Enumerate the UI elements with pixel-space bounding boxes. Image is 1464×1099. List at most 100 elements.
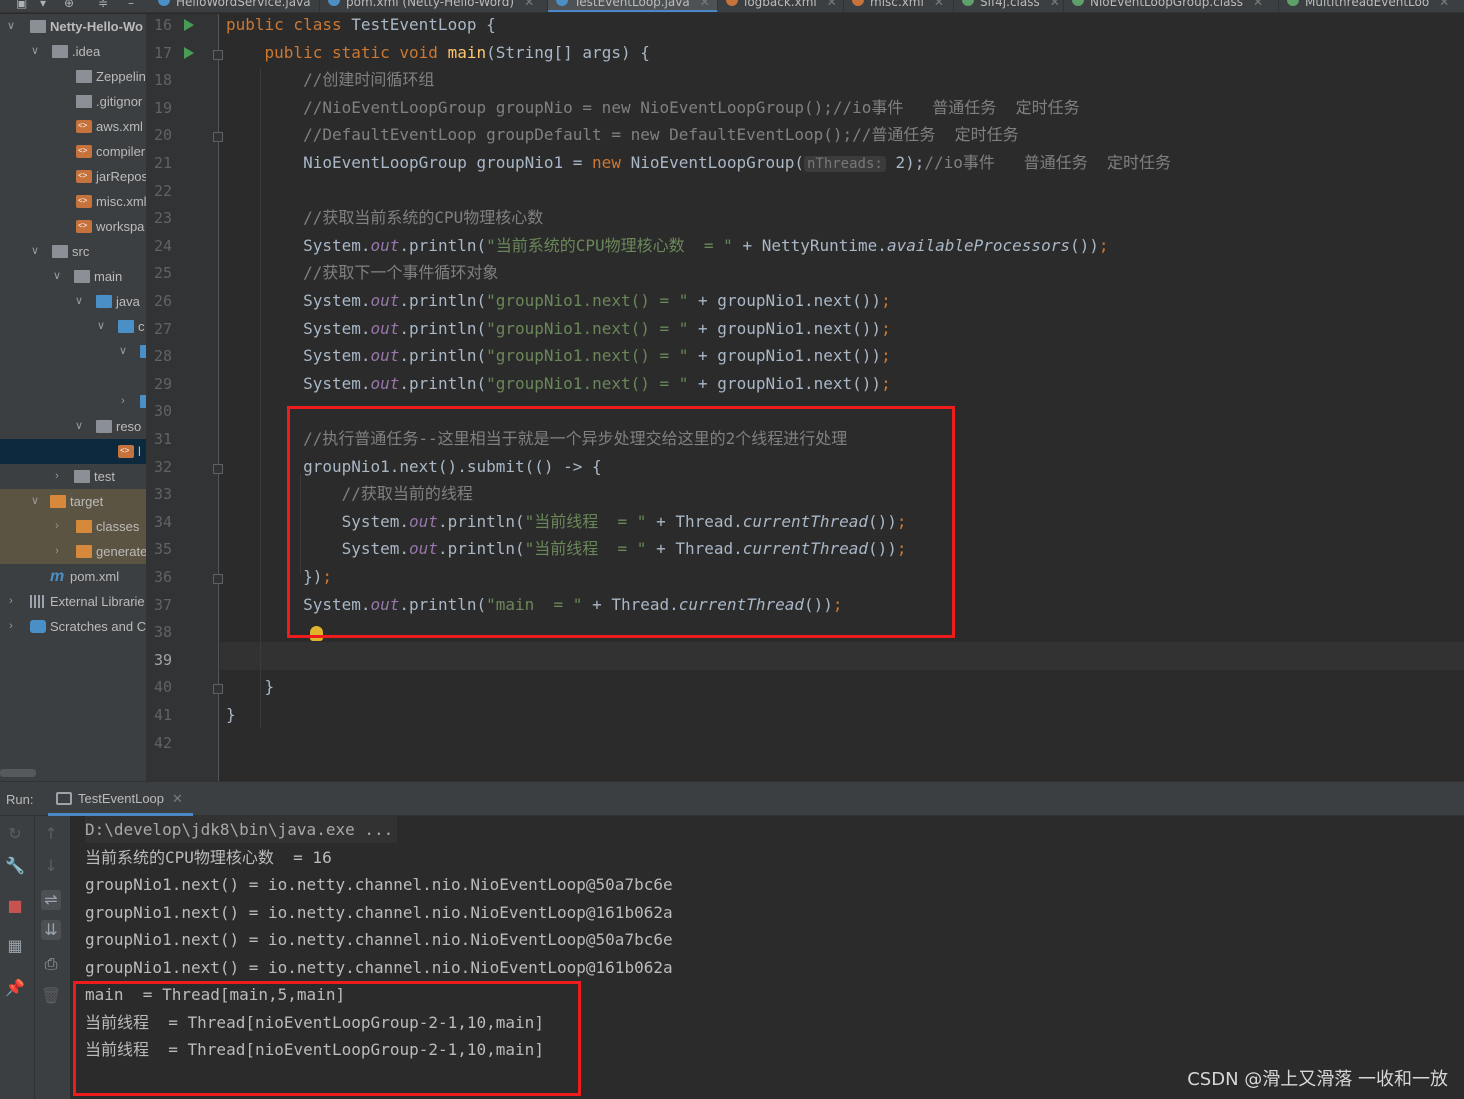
code-line[interactable]: } [226,705,236,732]
tree-item[interactable]: ∨ .idea [0,39,146,64]
line-number[interactable]: 26 [146,291,172,311]
close-tab-icon[interactable]: ✕ [172,791,183,806]
tree-item[interactable] [0,364,146,389]
tree-item[interactable]: › External Librarie [0,589,146,614]
code-line[interactable]: System.out.println("groupNio1.next() = "… [226,346,891,373]
code-line[interactable]: System.out.println("groupNio1.next() = "… [226,291,891,318]
wrench-icon[interactable]: 🔧 [5,856,25,876]
print-icon[interactable]: ⎙ [41,954,61,974]
tree-item[interactable]: workspa [0,214,146,239]
close-tab-icon[interactable]: ✕ [700,0,710,9]
tree-item[interactable]: l [0,439,146,464]
line-number[interactable]: 40 [146,677,172,697]
line-number[interactable]: 21 [146,153,172,173]
rerun-icon[interactable]: ↻ [5,824,25,844]
soft-wrap-icon[interactable]: ⇌ [41,890,61,910]
line-number[interactable]: 16 [146,15,172,35]
dropdown-icon[interactable]: ▾ [40,0,46,10]
tree-item[interactable]: › Scratches and C [0,614,146,639]
code-line[interactable]: System.out.println("groupNio1.next() = "… [226,319,891,346]
editor-tab[interactable]: NioEventLoopGroup.class ✕ [1064,0,1279,12]
chevron-down-icon[interactable]: ∨ [6,14,16,39]
up-arrow-icon[interactable]: ↑ [41,824,61,844]
chevron-down-icon[interactable]: ∨ [74,414,84,439]
layout-icon[interactable]: ▦ [5,936,25,956]
tree-item[interactable]: jarRepos [0,164,146,189]
tree-item[interactable]: ∨ target [0,489,146,514]
tree-item[interactable]: ∨ reso [0,414,146,439]
tree-item[interactable]: › test [0,464,146,489]
project-scrollbar[interactable] [0,769,36,777]
code-line[interactable]: //创建时间循环组 [226,70,434,97]
chevron-right-icon[interactable]: › [52,464,62,489]
line-number[interactable]: 35 [146,539,172,559]
line-number[interactable]: 19 [146,98,172,118]
locate-icon[interactable]: ⊕ [64,0,74,10]
tree-item[interactable]: › generate [0,539,146,564]
stop-icon[interactable]: ■ [5,896,25,916]
close-tab-icon[interactable]: ✕ [934,0,944,9]
tree-item[interactable]: aws.xml [0,114,146,139]
chevron-down-icon[interactable]: ∨ [74,289,84,314]
code-line[interactable]: //获取下一个事件循环对象 [226,263,498,290]
editor-tab[interactable]: logback.xml ✕ [718,0,844,12]
run-gutter-icon[interactable] [184,46,194,59]
line-number[interactable]: 22 [146,181,172,201]
line-number[interactable]: 38 [146,622,172,642]
tree-item[interactable]: .gitignor [0,89,146,114]
chevron-down-icon[interactable]: ∨ [52,264,62,289]
chevron-right-icon[interactable]: › [6,589,16,614]
chevron-down-icon[interactable]: ∨ [30,489,40,514]
tree-item[interactable]: ∨ Netty-Hello-Wo [0,14,146,39]
line-number[interactable]: 34 [146,512,172,532]
line-number[interactable]: 31 [146,429,172,449]
chevron-down-icon[interactable]: ∨ [30,39,40,64]
project-view-icon[interactable]: ▣ [16,0,27,10]
chevron-right-icon[interactable]: › [118,389,128,414]
code-line[interactable]: //DefaultEventLoop groupDefault = new De… [226,125,1019,152]
scroll-to-end-icon[interactable]: ⇊ [41,920,61,940]
line-number[interactable]: 20 [146,125,172,145]
down-arrow-icon[interactable]: ↓ [41,856,61,876]
line-number[interactable]: 33 [146,484,172,504]
tree-item[interactable]: misc.xml [0,189,146,214]
collapse-icon[interactable]: ≑ [98,0,108,10]
code-line[interactable]: } [226,677,275,704]
hide-icon[interactable]: – [128,0,134,10]
line-number[interactable]: 37 [146,595,172,615]
editor-gutter[interactable]: 16 17 18 19 20 21 22 23 24 25 26 27 28 29 30 31 32 33 34 35… [146,14,223,781]
line-number[interactable]: 17 [146,43,172,63]
editor-tab[interactable]: Slf4j.class ✕ [954,0,1064,12]
line-number[interactable]: 36 [146,567,172,587]
line-number[interactable]: 32 [146,457,172,477]
code-line[interactable]: public static void main(String[] args) { [226,43,650,70]
tree-item[interactable]: › classes [0,514,146,539]
pin-icon[interactable]: 📌 [5,978,25,998]
line-number[interactable]: 23 [146,208,172,228]
chevron-right-icon[interactable]: › [52,514,62,539]
chevron-right-icon[interactable]: › [52,539,62,564]
line-number[interactable]: 28 [146,346,172,366]
trash-icon[interactable]: 🗑 [41,986,61,1006]
close-tab-icon[interactable]: ✕ [827,0,837,9]
code-line[interactable]: System.out.println("当前系统的CPU物理核心数 = " + … [226,236,1108,263]
tree-item[interactable]: ∨ java [0,289,146,314]
code-line[interactable]: NioEventLoopGroup groupNio1 = new NioEve… [226,153,1171,180]
chevron-right-icon[interactable]: › [6,614,16,639]
editor-tab[interactable]: HelloWordService.java✕ [150,0,320,12]
console-command-line[interactable]: D:\develop\jdk8\bin\java.exe ... [85,816,398,843]
close-tab-icon[interactable]: ✕ [1050,0,1060,9]
line-number[interactable]: 24 [146,236,172,256]
close-tab-icon[interactable]: ✕ [524,0,534,9]
chevron-down-icon[interactable]: ∨ [96,314,106,339]
line-number[interactable]: 29 [146,374,172,394]
code-line[interactable]: public class TestEventLoop { [226,15,496,42]
run-gutter-icon[interactable] [184,19,194,31]
editor-tab[interactable]: MultithreadEventLoo ✕ [1279,0,1464,12]
line-number[interactable]: 30 [146,401,172,421]
tree-item[interactable]: compiler [0,139,146,164]
tree-item[interactable]: ∨ main [0,264,146,289]
tree-item[interactable]: m pom.xml [0,564,146,589]
tree-item[interactable]: Zeppelin [0,64,146,89]
editor-tab[interactable]: pom.xml (Netty-Hello-Word) ✕ [320,0,548,12]
